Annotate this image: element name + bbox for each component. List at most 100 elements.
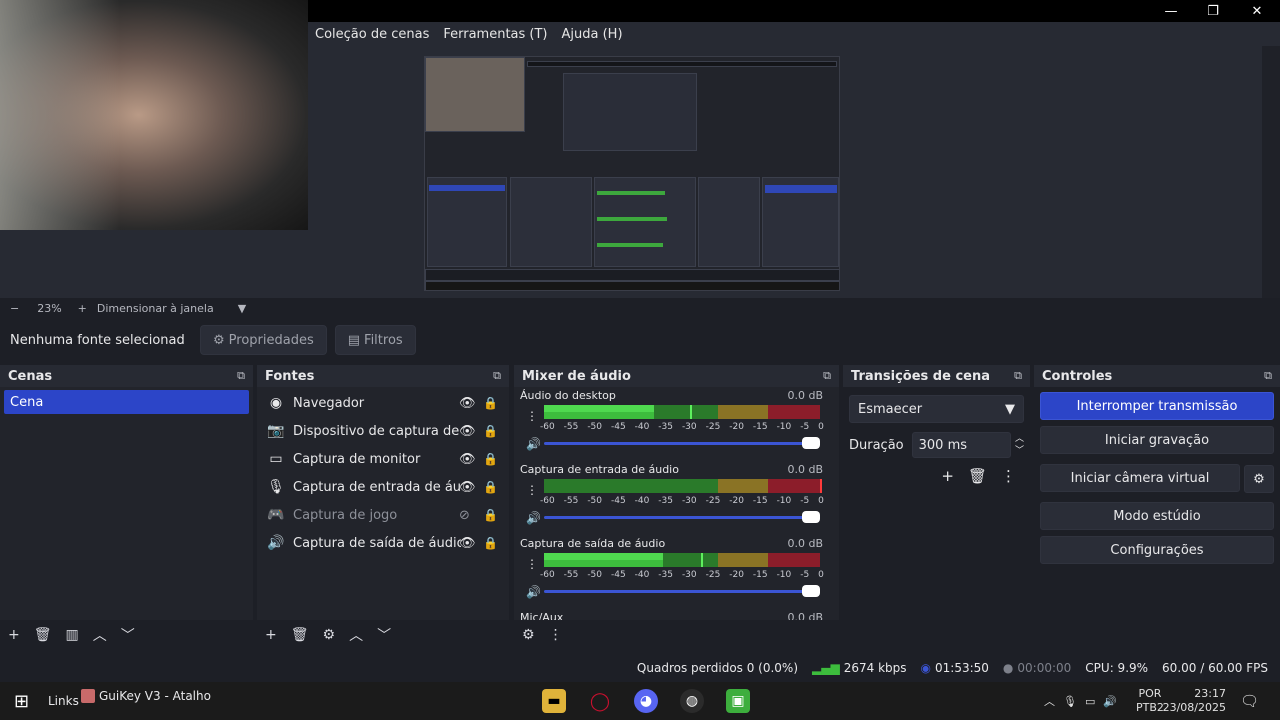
close-button[interactable]: ✕ bbox=[1236, 0, 1278, 22]
android-app-icon[interactable]: ▣ bbox=[726, 689, 750, 713]
kebab-menu-icon[interactable]: ⋮ bbox=[526, 557, 538, 571]
gear-icon[interactable]: ⚙ bbox=[1244, 465, 1274, 493]
speaker-icon[interactable]: 🔊 bbox=[526, 585, 541, 599]
trash-icon[interactable]: 🗑 bbox=[968, 467, 987, 485]
app-shortcut-icon[interactable] bbox=[81, 689, 95, 703]
volume-icon[interactable]: 🔊 bbox=[1103, 695, 1117, 708]
kebab-menu-icon[interactable]: ⋮ bbox=[526, 483, 538, 497]
globe-icon: ◉ bbox=[269, 395, 283, 411]
menu-help[interactable]: Ajuda (H) bbox=[555, 27, 630, 42]
scene-item[interactable]: Cena bbox=[4, 390, 249, 414]
duration-input[interactable]: 300 ms bbox=[911, 432, 1011, 458]
undock-icon[interactable]: ⧉ bbox=[823, 369, 831, 383]
eye-icon[interactable]: 👁 bbox=[459, 424, 476, 439]
windows-start-icon[interactable]: ⊞ bbox=[14, 691, 29, 712]
volume-slider-handle[interactable] bbox=[802, 585, 820, 597]
volume-slider[interactable] bbox=[544, 516, 814, 519]
transition-select[interactable]: Esmaecer ▼ bbox=[849, 395, 1024, 423]
start-recording-button[interactable]: Iniciar gravação bbox=[1040, 426, 1274, 454]
shortcut-label[interactable]: GuiKey V3 - Atalho bbox=[99, 689, 211, 703]
obs-icon[interactable]: ◍ bbox=[680, 689, 704, 713]
stop-stream-button[interactable]: Interromper transmissão bbox=[1040, 392, 1274, 420]
lock-icon[interactable]: 🔒 bbox=[483, 480, 498, 494]
speaker-icon[interactable]: 🔊 bbox=[526, 437, 541, 451]
preview-canvas[interactable] bbox=[424, 56, 840, 291]
undock-icon[interactable]: ⧉ bbox=[1014, 369, 1022, 383]
chevron-up-icon[interactable]: ︿ bbox=[93, 625, 107, 645]
transition-selected: Esmaecer bbox=[858, 401, 923, 417]
volume-slider-handle[interactable] bbox=[802, 437, 820, 449]
notification-icon[interactable]: 🗨 bbox=[1240, 682, 1259, 720]
source-item-video-capture[interactable]: 📷 Dispositivo de captura de víde 👁 🔒 bbox=[257, 417, 509, 445]
chevron-down-icon[interactable]: ▼ bbox=[238, 302, 246, 315]
lock-icon[interactable]: 🔒 bbox=[483, 508, 498, 522]
gear-icon[interactable]: ⚙ bbox=[323, 627, 336, 643]
mixer-channel-audio-output: Captura de saída de áudio 0.0 dB ⋮ -60 -5… bbox=[514, 535, 839, 609]
volume-slider[interactable] bbox=[544, 590, 814, 593]
zoom-out-icon[interactable]: − bbox=[10, 302, 19, 315]
eye-icon[interactable]: 👁 bbox=[459, 452, 476, 467]
undock-icon[interactable]: ⧉ bbox=[493, 369, 501, 383]
trash-icon[interactable]: 🗑 bbox=[34, 627, 52, 643]
source-item-audio-input[interactable]: 🎙 Captura de entrada de áudio 👁 🔒 bbox=[257, 473, 509, 501]
discord-icon[interactable]: ◕ bbox=[634, 689, 658, 713]
stream-status: ◉ 01:53:50 bbox=[921, 661, 989, 675]
zoom-in-icon[interactable]: + bbox=[78, 302, 87, 315]
microphone-icon[interactable]: 🎙 bbox=[1063, 695, 1077, 708]
meter-tick-label: -10 bbox=[776, 496, 792, 506]
duration-row: Duração 300 ms ︿ ﹀ bbox=[849, 431, 1024, 459]
speaker-icon[interactable]: 🔊 bbox=[526, 511, 541, 525]
lock-icon[interactable]: 🔒 bbox=[483, 424, 498, 438]
menu-tools[interactable]: Ferramentas (T) bbox=[436, 27, 554, 42]
lock-icon[interactable]: 🔒 bbox=[483, 452, 498, 466]
add-icon[interactable]: + bbox=[941, 467, 954, 485]
kebab-menu-icon[interactable]: ⋮ bbox=[526, 409, 538, 423]
settings-button[interactable]: Configurações bbox=[1040, 536, 1274, 564]
preview-scrollbar[interactable] bbox=[1262, 46, 1280, 298]
source-item-audio-output[interactable]: 🔊 Captura de saída de áudio 👁 🔒 bbox=[257, 529, 509, 557]
network-icon[interactable]: ▭ bbox=[1085, 695, 1095, 708]
minimize-button[interactable]: — bbox=[1150, 0, 1192, 22]
source-item-monitor-capture[interactable]: ▭ Captura de monitor 👁 🔒 bbox=[257, 445, 509, 473]
maximize-button[interactable]: ❐ bbox=[1192, 0, 1234, 22]
fit-to-window-label[interactable]: Dimensionar à janela bbox=[97, 302, 214, 315]
virtual-camera-button[interactable]: Iniciar câmera virtual bbox=[1040, 464, 1240, 492]
add-icon[interactable]: + bbox=[265, 627, 277, 643]
volume-slider[interactable] bbox=[544, 442, 814, 445]
opera-icon[interactable]: ◯ bbox=[588, 689, 612, 713]
meter-tick-label: -20 bbox=[729, 496, 744, 506]
undock-icon[interactable]: ⧉ bbox=[1264, 369, 1272, 383]
volume-slider-handle[interactable] bbox=[802, 511, 820, 523]
eye-icon[interactable]: 👁 bbox=[459, 396, 476, 411]
source-item-browser[interactable]: ◉ Navegador 👁 🔒 bbox=[257, 389, 509, 417]
chevron-down-icon[interactable]: ﹀ bbox=[121, 625, 135, 645]
chevron-up-icon[interactable]: ︿ bbox=[1015, 433, 1024, 445]
kebab-menu-icon[interactable]: ⋮ bbox=[1001, 467, 1016, 485]
links-toolbar[interactable]: Links bbox=[48, 694, 79, 708]
add-icon[interactable]: + bbox=[8, 627, 20, 643]
undock-icon[interactable]: ⧉ bbox=[237, 369, 245, 383]
filters-button[interactable]: ▤ Filtros bbox=[334, 325, 416, 355]
lock-icon[interactable]: 🔒 bbox=[483, 536, 498, 550]
menu-scene-collection[interactable]: Coleção de cenas bbox=[308, 27, 436, 42]
language-indicator[interactable]: POR PTB2 bbox=[1136, 682, 1164, 720]
chevron-up-icon[interactable]: ︿ bbox=[349, 625, 363, 645]
chevron-down-icon[interactable]: ﹀ bbox=[1015, 445, 1024, 457]
source-item-game-capture[interactable]: 🎮 Captura de jogo ⊘ 🔒 bbox=[257, 501, 509, 529]
chevron-up-icon[interactable]: ︿ bbox=[1044, 693, 1055, 709]
studio-mode-button[interactable]: Modo estúdio bbox=[1040, 502, 1274, 530]
clock[interactable]: 23:17 23/08/2025 bbox=[1163, 682, 1226, 720]
eye-hidden-icon[interactable]: ⊘ bbox=[459, 508, 470, 523]
duration-stepper[interactable]: ︿ ﹀ bbox=[1015, 433, 1024, 457]
chevron-down-icon[interactable]: ﹀ bbox=[377, 625, 391, 645]
eye-icon[interactable]: 👁 bbox=[459, 480, 476, 495]
filter-icon[interactable]: ▥ bbox=[66, 627, 79, 643]
properties-button[interactable]: ⚙ Propriedades bbox=[200, 325, 327, 355]
meter-tick-label: -20 bbox=[729, 422, 744, 432]
kebab-menu-icon[interactable]: ⋮ bbox=[549, 627, 563, 643]
eye-icon[interactable]: 👁 bbox=[459, 536, 476, 551]
file-explorer-icon[interactable]: ▬ bbox=[542, 689, 566, 713]
lock-icon[interactable]: 🔒 bbox=[483, 396, 498, 410]
gear-icon[interactable]: ⚙ bbox=[522, 627, 535, 643]
trash-icon[interactable]: 🗑 bbox=[291, 627, 309, 643]
